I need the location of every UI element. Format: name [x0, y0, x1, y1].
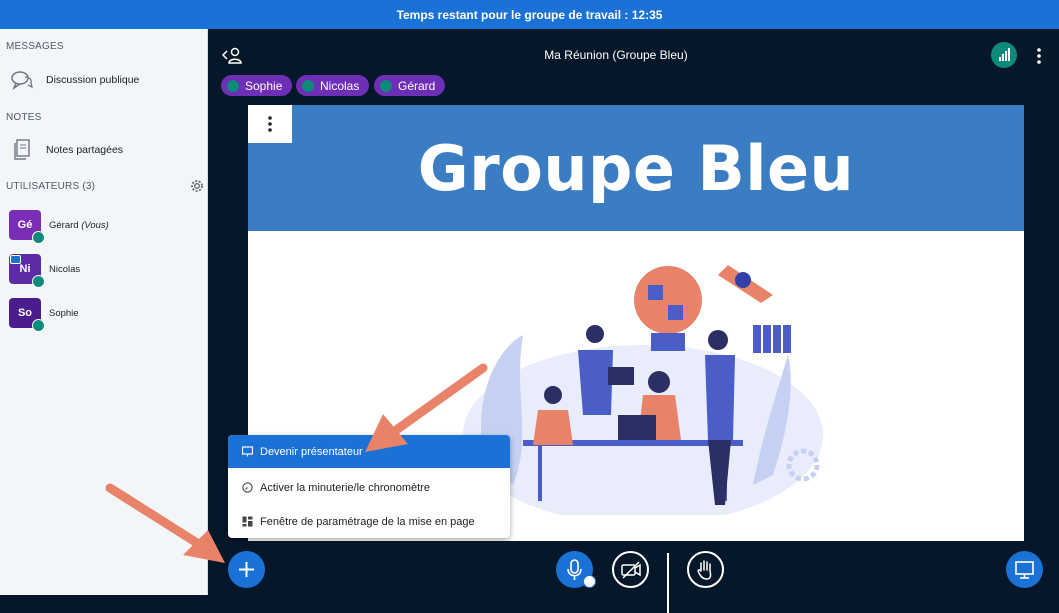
- avatar-initials: Ni: [19, 263, 31, 275]
- timer-icon: [242, 482, 253, 493]
- presenter-icon: [10, 255, 21, 264]
- sidebar: MESSAGES Discussion publique NOTES Notes…: [0, 29, 208, 595]
- presentation-icon: [242, 446, 253, 457]
- raise-hand-button[interactable]: [687, 551, 724, 588]
- slide-options-menu-icon[interactable]: [248, 105, 292, 143]
- user-item-sophie[interactable]: So Sophie: [9, 298, 79, 332]
- shared-notes-item[interactable]: Notes partagées: [8, 137, 123, 163]
- mic-status-icon: [32, 319, 45, 332]
- user-item-gerard[interactable]: Gé Gérard (Vous): [9, 210, 109, 244]
- shared-notes-label: Notes partagées: [46, 144, 124, 156]
- avatar: So: [9, 298, 45, 332]
- avatar-initials: Gé: [17, 219, 33, 231]
- microphone-icon: [302, 79, 314, 92]
- plus-icon: [239, 562, 254, 577]
- toolbar-divider: [667, 553, 669, 584]
- slide-banner: Groupe Bleu: [248, 105, 1024, 231]
- talker-pill-sophie[interactable]: Sophie: [221, 75, 293, 96]
- avatar: Ni: [9, 254, 45, 288]
- options-menu-icon[interactable]: [1034, 44, 1044, 68]
- microphone-icon: [227, 79, 239, 92]
- talker-name: Nicolas: [320, 78, 360, 93]
- menu-item-become-presenter[interactable]: Devenir présentateur: [228, 435, 510, 468]
- user-item-nicolas[interactable]: Ni Nicolas: [9, 254, 81, 288]
- messages-section-title: MESSAGES: [6, 41, 64, 52]
- users-settings-gear-icon[interactable]: [190, 179, 204, 193]
- avatar-initials: So: [17, 307, 33, 319]
- public-chat-item[interactable]: Discussion publique: [8, 67, 139, 93]
- mic-status-icon: [32, 275, 45, 288]
- hand-icon: [697, 560, 712, 580]
- menu-item-layout-settings[interactable]: Fenêtre de paramétrage de la mise en pag…: [228, 505, 510, 538]
- layout-icon: [242, 516, 253, 527]
- actions-plus-button[interactable]: [228, 551, 265, 588]
- talker-pill-gerard[interactable]: Gérard: [374, 75, 446, 96]
- talker-pill-nicolas[interactable]: Nicolas: [296, 75, 370, 96]
- connection-status-icon[interactable]: [991, 42, 1017, 68]
- public-chat-label: Discussion publique: [46, 74, 140, 86]
- presentation-icon: [1015, 561, 1034, 579]
- notes-section-title: NOTES: [6, 112, 42, 123]
- presentation-toggle-button[interactable]: [1006, 551, 1043, 588]
- audio-options-chevron-icon[interactable]: [583, 575, 596, 588]
- breakout-timer-bar: Temps restant pour le groupe de travail …: [0, 0, 1059, 29]
- camera-off-icon: [621, 561, 641, 579]
- menu-item-label: Fenêtre de paramétrage de la mise en pag…: [260, 515, 475, 528]
- menu-item-label: Devenir présentateur: [260, 445, 363, 458]
- toolbar-divider: [667, 582, 669, 613]
- talker-name: Sophie: [245, 78, 283, 93]
- user-name: Gérard: [49, 219, 79, 231]
- notes-icon: [8, 137, 36, 163]
- mic-status-icon: [32, 231, 45, 244]
- user-name: Sophie: [49, 307, 79, 319]
- meeting-title: Ma Réunion (Groupe Bleu): [544, 48, 688, 62]
- slide-title: Groupe Bleu: [417, 131, 855, 205]
- menu-item-label: Activer la minuterie/le chronomètre: [260, 481, 430, 494]
- menu-item-timer[interactable]: Activer la minuterie/le chronomètre: [228, 471, 510, 504]
- avatar: Gé: [9, 210, 45, 244]
- users-section-title: UTILISATEURS (3): [6, 181, 96, 192]
- camera-button[interactable]: [612, 551, 649, 588]
- user-self-label: (Vous): [81, 219, 109, 231]
- breakout-timer-text: Temps restant pour le groupe de travail …: [396, 7, 663, 22]
- talker-name: Gérard: [398, 78, 436, 93]
- actions-menu: Devenir présentateur Activer la minuteri…: [228, 435, 510, 538]
- microphone-icon: [380, 79, 392, 92]
- user-name: Nicolas: [49, 263, 81, 275]
- chat-icon: [8, 67, 36, 93]
